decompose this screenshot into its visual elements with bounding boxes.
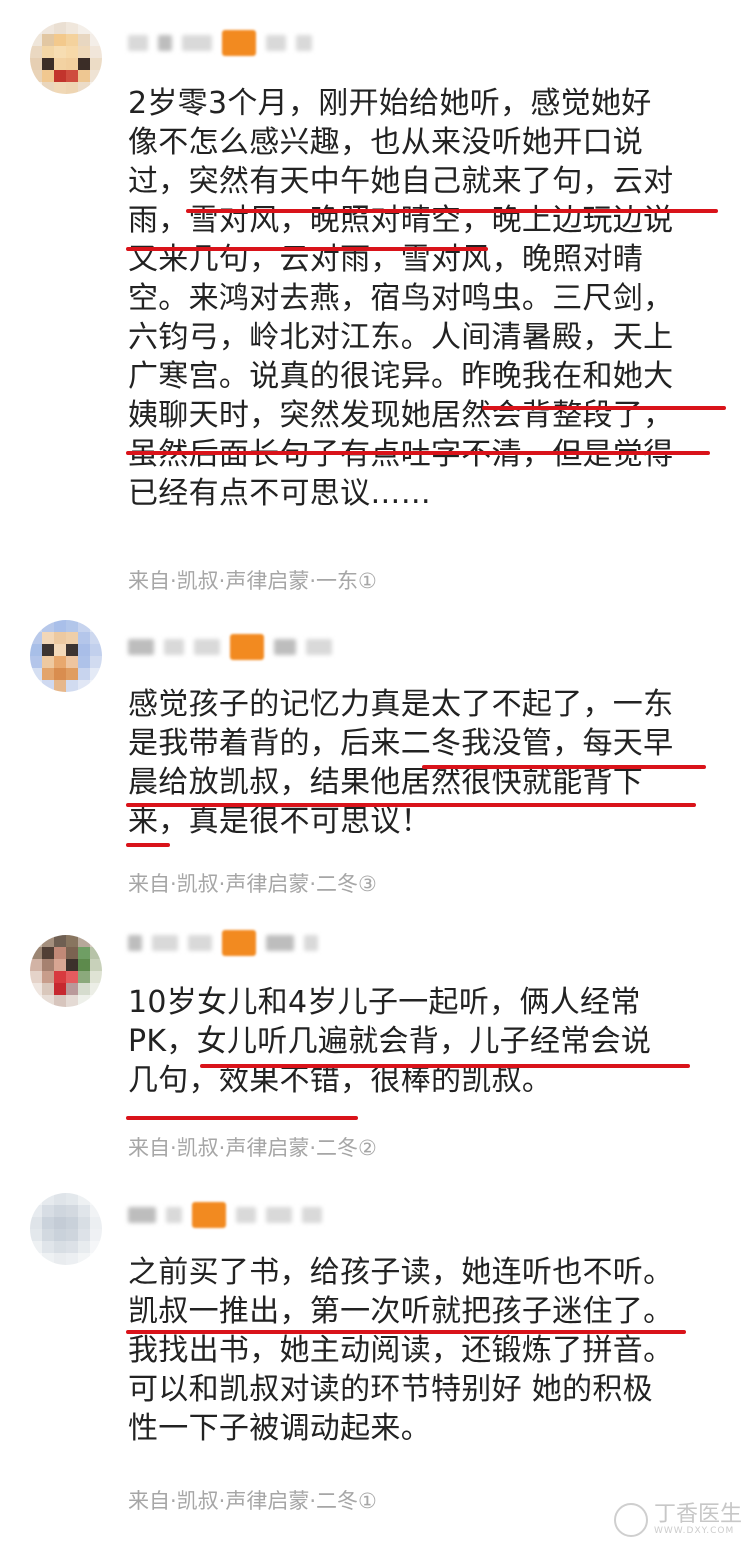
comment-line: 性一下子被调动起来。 bbox=[128, 1411, 431, 1446]
highlight-underline bbox=[126, 247, 488, 251]
avatar[interactable] bbox=[30, 620, 102, 692]
vip-badge-icon bbox=[222, 930, 256, 956]
comment-line: 之前买了书，给孩子读，她连听也不听。 bbox=[128, 1255, 674, 1290]
username[interactable] bbox=[128, 928, 318, 958]
comment-line: 过，突然有天中午她自己就来了句，云对 bbox=[128, 164, 674, 199]
comment-text: 感觉孩子的记忆力真是太了不起了，一东 是我带着背的，后来二冬我没管，每天早 晨给… bbox=[128, 685, 728, 841]
comment-source[interactable]: 来自·凯叔·声律启蒙·二冬③ bbox=[128, 870, 377, 898]
highlight-underline bbox=[482, 406, 726, 410]
comment-line: 姨聊天时，突然发现她居然会背整段了， bbox=[128, 398, 674, 433]
highlight-underline bbox=[126, 1116, 358, 1120]
watermark: 丁香医生 WWW.DXY.COM bbox=[613, 1501, 742, 1537]
highlight-underline bbox=[422, 765, 706, 769]
highlight-underline bbox=[126, 451, 710, 455]
comment-line: 空。来鸿对去燕，宿鸟对鸣虫。三尺剑， bbox=[128, 281, 674, 316]
vip-badge-icon bbox=[222, 30, 256, 56]
highlight-underline bbox=[200, 1064, 690, 1068]
comment-source[interactable]: 来自·凯叔·声律启蒙·二冬① bbox=[128, 1487, 377, 1515]
comment-line: 雨，雪对风，晚照对晴空，晚上边玩边说 bbox=[128, 203, 674, 238]
comment-line: 像不怎么感兴趣，也从来没听她开口说 bbox=[128, 125, 644, 160]
comment-line: 可以和凯叔对读的环节特别好 她的积极 bbox=[128, 1372, 653, 1407]
comment-line: 来，真是很不可思议！ bbox=[128, 804, 431, 839]
comment-line: 又来几句，云对雨，雪对风，晚照对晴 bbox=[128, 242, 644, 277]
comment-line: 感觉孩子的记忆力真是太了不起了，一东 bbox=[128, 687, 674, 722]
comment-line: 2岁零3个月，刚开始给她听，感觉她好 bbox=[128, 86, 652, 121]
avatar[interactable] bbox=[30, 22, 102, 94]
comment-line: 凯叔一推出，第一次听就把孩子迷住了。 bbox=[128, 1294, 674, 1329]
vip-badge-icon bbox=[192, 1202, 226, 1228]
comment-line: 六钧弓，岭北对江东。人间清暑殿，天上 bbox=[128, 320, 674, 355]
comment-line: 广寒宫。说真的很诧异。昨晚我在和她大 bbox=[128, 359, 674, 394]
comment-line: 我找出书，她主动阅读，还锻炼了拼音。 bbox=[128, 1333, 674, 1368]
avatar[interactable] bbox=[30, 935, 102, 1007]
comment-text: 10岁女儿和4岁儿子一起听，俩人经常 PK，女儿听几遍就会背，儿子经常会说 几句… bbox=[128, 983, 728, 1100]
comment-line: 已经有点不可思议…… bbox=[128, 476, 431, 511]
username[interactable] bbox=[128, 28, 312, 58]
comment-source[interactable]: 来自·凯叔·声律启蒙·二冬② bbox=[128, 1134, 377, 1162]
comment-text: 2岁零3个月，刚开始给她听，感觉她好 像不怎么感兴趣，也从来没听她开口说 过，突… bbox=[128, 84, 728, 513]
vip-badge-icon bbox=[230, 634, 264, 660]
comment-line: PK，女儿听几遍就会背，儿子经常会说 bbox=[128, 1024, 652, 1059]
comment-source[interactable]: 来自·凯叔·声律启蒙·一东① bbox=[128, 567, 377, 595]
comment-line: 是我带着背的，后来二冬我没管，每天早 bbox=[128, 726, 674, 761]
username[interactable] bbox=[128, 1200, 322, 1230]
username[interactable] bbox=[128, 632, 332, 662]
highlight-underline bbox=[126, 1330, 686, 1334]
watermark-url: WWW.DXY.COM bbox=[653, 1526, 735, 1537]
highlight-underline bbox=[126, 803, 696, 807]
highlight-underline bbox=[126, 843, 170, 847]
comment-text: 之前买了书，给孩子读，她连听也不听。 凯叔一推出，第一次听就把孩子迷住了。 我找… bbox=[128, 1253, 728, 1448]
avatar[interactable] bbox=[30, 1193, 102, 1265]
dxy-logo-icon bbox=[613, 1502, 648, 1537]
highlight-underline bbox=[186, 209, 718, 213]
watermark-name: 丁香医生 bbox=[653, 1501, 742, 1527]
watermark-text: 丁香医生 WWW.DXY.COM bbox=[653, 1501, 742, 1537]
comment-line: 10岁女儿和4岁儿子一起听，俩人经常 bbox=[128, 985, 641, 1020]
